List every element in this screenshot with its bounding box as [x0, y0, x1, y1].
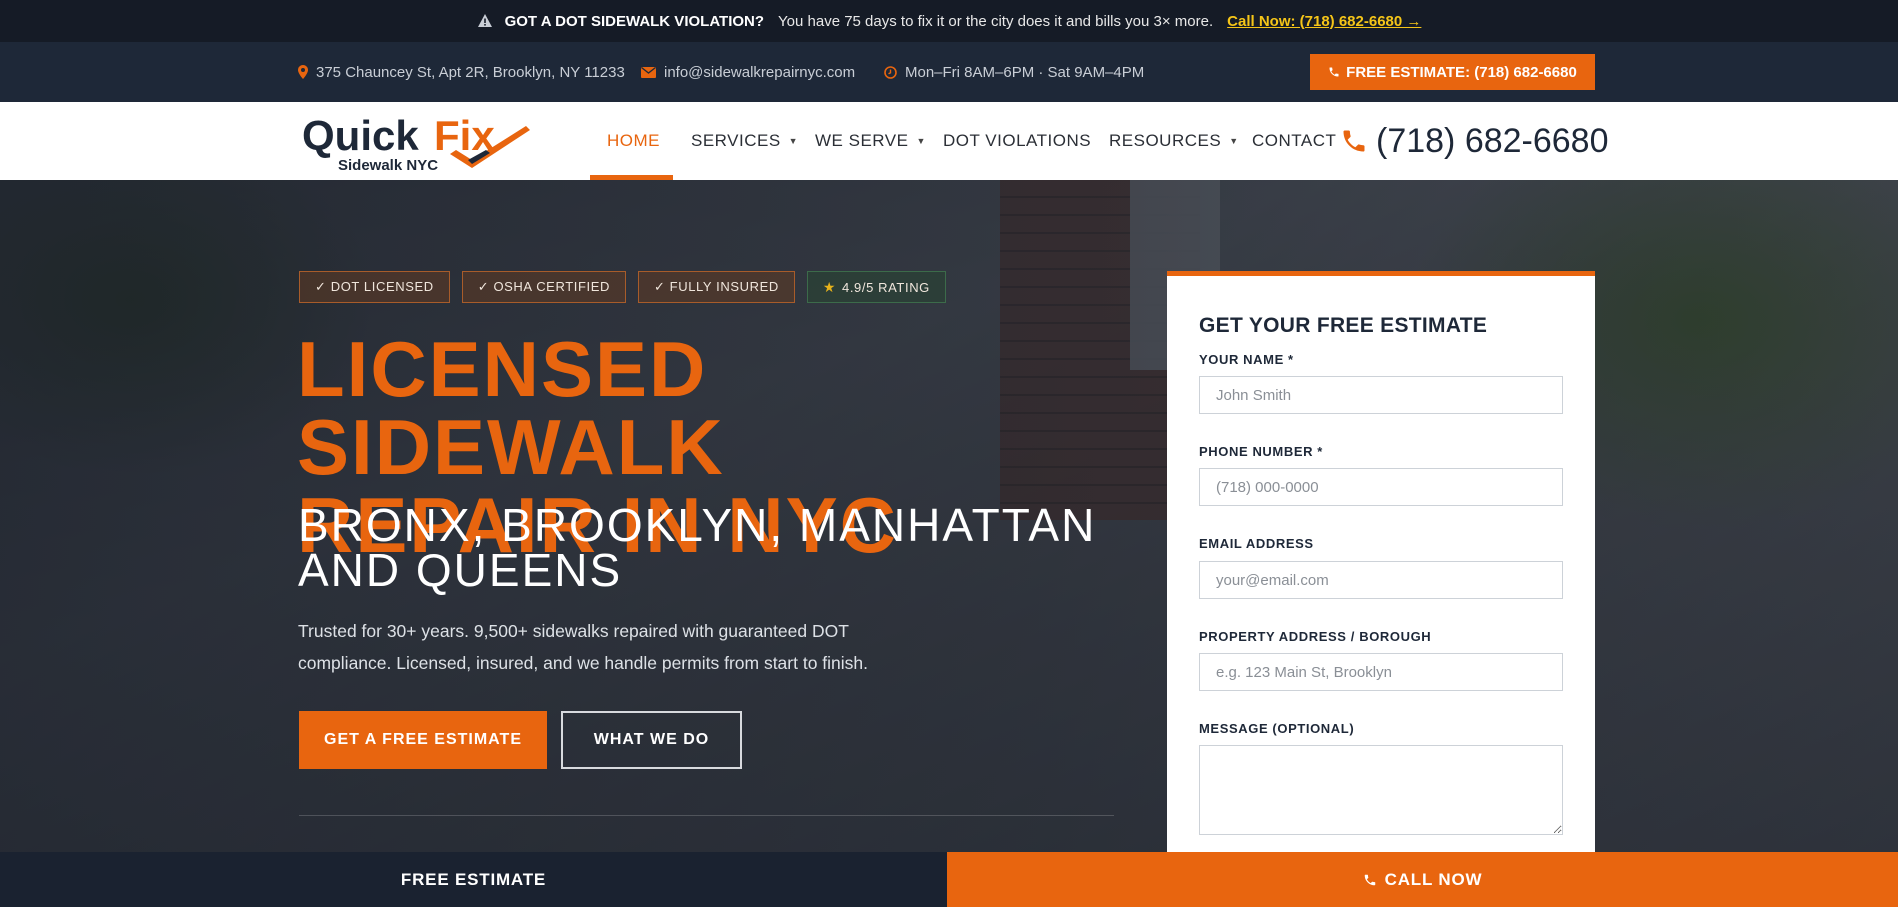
hero-subtitle-line1: BRONX, BROOKLYN, MANHATTAN [298, 499, 1097, 551]
phone-icon [1329, 67, 1339, 77]
hero-subtitle: BRONX, BROOKLYN, MANHATTAN AND QUEENS [298, 499, 1118, 596]
nav-contact[interactable]: CONTACT [1252, 102, 1336, 180]
quickfix-logo[interactable]: Quick Fix Sidewalk NYC [300, 112, 530, 174]
caret-down-icon: ▼ [1229, 136, 1239, 146]
phone-icon [1364, 874, 1375, 885]
nav-home[interactable]: HOME [607, 102, 660, 180]
phone-input[interactable] [1199, 468, 1563, 506]
logo-tagline: Sidewalk NYC [338, 157, 438, 174]
form-title: GET YOUR FREE ESTIMATE [1199, 314, 1488, 337]
bottom-call-now-button[interactable]: CALL NOW [947, 852, 1898, 907]
address-info: 375 Chauncey St, Apt 2R, Brooklyn, NY 11… [298, 42, 625, 102]
hours-info: Mon–Fri 8AM–6PM · Sat 9AM–4PM [884, 42, 1144, 102]
message-textarea[interactable] [1199, 745, 1563, 835]
badge-rating: ★ 4.9/5 RATING [806, 271, 946, 303]
address-label: PROPERTY ADDRESS / BOROUGH [1199, 629, 1432, 644]
badge-dot-licensed: ✓ DOT LICENSED [299, 271, 450, 303]
logo-quick: Quick [302, 112, 419, 159]
nav-contact-label: CONTACT [1252, 131, 1337, 150]
phone-label: PHONE NUMBER * [1199, 444, 1323, 459]
hero-divider [299, 815, 1114, 816]
alert-bar: GOT A DOT SIDEWALK VIOLATION? You have 7… [0, 0, 1898, 42]
alert-call-link[interactable]: Call Now: (718) 682-6680 → [1227, 13, 1421, 30]
badge-osha-certified: ✓ OSHA CERTIFIED [461, 271, 626, 303]
nav-resources[interactable]: RESOURCES ▼ [1109, 102, 1239, 180]
hero-title-line1: LICENSED SIDEWALK [297, 325, 725, 491]
clock-icon [884, 65, 897, 79]
nav-phone-link[interactable]: (718) 682-6680 [1340, 102, 1609, 180]
nav-services[interactable]: SERVICES ▼ [691, 102, 798, 180]
nav-we-serve[interactable]: WE SERVE ▼ [815, 102, 926, 180]
nav-services-label: SERVICES [691, 131, 781, 150]
trust-badges: ✓ DOT LICENSED ✓ OSHA CERTIFIED ✓ FULLY … [299, 271, 946, 303]
map-pin-icon [298, 65, 308, 79]
nav-dot-violations[interactable]: DOT VIOLATIONS [943, 102, 1091, 180]
nav-resources-label: RESOURCES [1109, 131, 1222, 150]
message-label: MESSAGE (OPTIONAL) [1199, 721, 1355, 736]
address-text: 375 Chauncey St, Apt 2R, Brooklyn, NY 11… [316, 63, 625, 81]
star-icon: ★ [822, 278, 837, 295]
hero-description: Trusted for 30+ years. 9,500+ sidewalks … [298, 615, 918, 679]
warning-icon [477, 14, 492, 27]
info-bar: 375 Chauncey St, Apt 2R, Brooklyn, NY 11… [0, 42, 1898, 102]
nav-phone-number: (718) 682-6680 [1376, 121, 1609, 160]
free-estimate-phone-label: FREE ESTIMATE: (718) 682-6680 [1346, 63, 1577, 81]
nav-home-label: HOME [607, 131, 660, 150]
get-free-estimate-button[interactable]: GET A FREE ESTIMATE [299, 711, 547, 769]
bottom-free-estimate-label: FREE ESTIMATE [400, 869, 547, 889]
name-label: YOUR NAME * [1199, 352, 1294, 367]
caret-down-icon: ▼ [916, 136, 926, 146]
email-label: EMAIL ADDRESS [1199, 536, 1314, 551]
email-text[interactable]: info@sidewalkrepairnyc.com [664, 64, 855, 81]
hero-description-line1: Trusted for 30+ years. 9,500+ sidewalks … [298, 621, 849, 641]
nav-we-serve-label: WE SERVE [815, 131, 909, 150]
estimate-form-card: GET YOUR FREE ESTIMATE YOUR NAME * PHONE… [1167, 271, 1595, 852]
nav-dot-violations-label: DOT VIOLATIONS [943, 131, 1092, 150]
main-navbar: Quick Fix Sidewalk NYC HOME SERVICES ▼ W… [0, 102, 1898, 180]
email-info[interactable]: info@sidewalkrepairnyc.com [641, 42, 855, 102]
free-estimate-phone-button[interactable]: FREE ESTIMATE: (718) 682-6680 [1310, 54, 1595, 90]
what-we-do-button[interactable]: WHAT WE DO [561, 711, 742, 769]
hero-subtitle-line2: AND QUEENS [298, 544, 623, 596]
caret-down-icon: ▼ [788, 136, 799, 146]
hero-description-line2: compliance. Licensed, insured, and we ha… [298, 653, 869, 673]
alert-message: You have 75 days to fix it or the city d… [778, 12, 1214, 30]
address-input[interactable] [1199, 653, 1563, 691]
badge-fully-insured: ✓ FULLY INSURED [637, 271, 795, 303]
envelope-icon [641, 66, 656, 78]
bottom-call-now-label: CALL NOW [1384, 869, 1483, 889]
bottom-free-estimate-button[interactable]: FREE ESTIMATE [0, 852, 947, 907]
alert-headline: GOT A DOT SIDEWALK VIOLATION? [504, 12, 765, 30]
phone-icon [1343, 130, 1365, 152]
name-input[interactable] [1199, 376, 1563, 414]
hours-text: Mon–Fri 8AM–6PM · Sat 9AM–4PM [905, 63, 1145, 81]
email-input[interactable] [1199, 561, 1563, 599]
badge-rating-label: 4.9/5 RATING [842, 279, 930, 295]
